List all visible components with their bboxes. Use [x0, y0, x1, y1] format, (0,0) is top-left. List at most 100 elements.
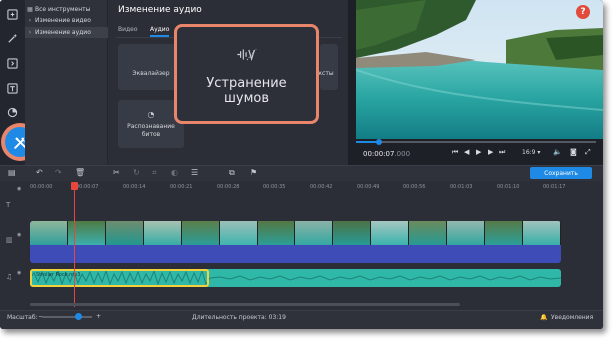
save-button[interactable]: Сохранить — [530, 167, 592, 179]
titles-icon[interactable] — [4, 80, 21, 97]
preview-scrubber[interactable] — [356, 141, 596, 143]
ruler-tick: 00:01:03 — [450, 184, 473, 190]
tab-audio[interactable]: Аудио — [150, 26, 169, 33]
play-icon[interactable]: ▶ — [476, 148, 481, 156]
add-track-icon[interactable]: ▤ — [8, 168, 16, 177]
playhead-line[interactable] — [74, 183, 75, 307]
video-preview — [356, 0, 603, 139]
ruler-tick: 00:00:28 — [217, 184, 240, 190]
timecode-main: 00:00:07 — [363, 150, 395, 158]
fullscreen-icon[interactable]: ⤢ — [585, 148, 591, 157]
project-duration: Длительность проекта: 03:19 — [192, 314, 286, 321]
clip-properties-icon[interactable]: ☰ — [191, 168, 198, 177]
frame-thumbnail — [447, 221, 486, 245]
video-clip[interactable] — [30, 221, 561, 263]
ruler-tick: 00:00:07 — [76, 184, 99, 190]
tree-item-all-tools[interactable]: ▦ Все инструменты — [25, 4, 108, 15]
skip-forward-icon[interactable]: ⏭ — [499, 148, 505, 157]
ruler-tick: 00:00:14 — [123, 184, 146, 190]
frame-thumbnail — [295, 221, 334, 245]
video-track-icon: ▥ — [6, 236, 13, 244]
ruler-tick: 00:00:35 — [263, 184, 286, 190]
frame-thumbnail — [409, 221, 448, 245]
snapshot-icon[interactable]: ◙ — [570, 148, 577, 156]
volume-icon[interactable]: 🔈 — [553, 148, 562, 156]
tools-tree: ▦ Все инструменты › Изменение видео › Из… — [25, 0, 108, 165]
timecode-ms: .000 — [394, 150, 411, 158]
frame-thumbnail — [257, 221, 296, 245]
zoom-in-icon[interactable]: + — [96, 313, 101, 320]
beat-detection-icon: ◔ — [147, 109, 155, 119]
ruler-tick: 00:00:42 — [310, 184, 333, 190]
import-icon[interactable] — [4, 6, 21, 23]
cut-icon[interactable]: ✂ — [113, 168, 120, 177]
marker-icon[interactable]: ⚑ — [250, 168, 257, 177]
noise-removal-callout[interactable]: Устранение шумов — [174, 24, 319, 124]
ruler-tick: 00:00:00 — [30, 184, 53, 190]
notifications-icon[interactable]: 🔔 — [540, 314, 547, 321]
help-button[interactable]: ? — [576, 5, 590, 19]
tree-item-audio-edit[interactable]: › Изменение аудио — [25, 27, 108, 38]
frame-thumbnail — [522, 221, 561, 245]
transitions-icon[interactable] — [4, 55, 21, 72]
aspect-ratio-select[interactable]: 16:9 ▾ — [522, 149, 540, 156]
timeline-toolbar — [0, 165, 603, 181]
frame-thumbnail — [485, 221, 523, 245]
text-track-icon: T — [6, 201, 11, 209]
tab-video[interactable]: Видео — [118, 26, 138, 33]
tree-item-label: Изменение аудио — [35, 29, 91, 36]
magic-wand-icon[interactable] — [4, 30, 21, 47]
card-label: ксты — [318, 69, 334, 77]
card-label: Распознавание битов — [127, 122, 175, 138]
audio-mute-icon[interactable]: ◉ — [17, 270, 21, 276]
color-adjust-icon[interactable]: ◐ — [171, 168, 178, 177]
ruler-tick: 00:00:21 — [170, 184, 193, 190]
panel-title: Изменение аудио — [118, 5, 202, 15]
filters-icon[interactable] — [4, 104, 21, 121]
video-mute-icon[interactable]: ◉ — [17, 232, 21, 238]
video-frames — [30, 221, 561, 245]
frame-thumbnail — [219, 221, 258, 245]
tree-item-label: Все инструменты — [35, 6, 91, 13]
ruler-tick: 00:01:10 — [497, 184, 520, 190]
aspect-ratio-value: 16:9 — [522, 149, 536, 156]
playhead-handle[interactable] — [71, 182, 78, 190]
zoom-label: Масштаб: — [7, 314, 38, 321]
scrubber-handle[interactable] — [376, 139, 382, 145]
step-forward-icon[interactable]: ▶ — [488, 148, 493, 156]
rotate-icon[interactable]: ↻ — [133, 168, 140, 177]
tree-item-video-edit[interactable]: › Изменение видео — [25, 15, 108, 26]
notifications-link[interactable]: Уведомления — [551, 314, 593, 321]
frame-thumbnail — [371, 221, 410, 245]
zoom-slider-handle[interactable] — [75, 313, 82, 320]
card-label: Эквалайзер — [132, 69, 170, 77]
grid-icon: ▦ — [27, 6, 33, 13]
ruler-tick: 00:01:17 — [543, 184, 566, 190]
frame-thumbnail — [105, 221, 144, 245]
redo-icon[interactable]: ↷ — [55, 168, 62, 177]
ruler-tick: 00:00:49 — [357, 184, 380, 190]
overlay-icon[interactable]: ⧉ — [229, 168, 235, 178]
step-back-icon[interactable]: ◀ — [464, 148, 469, 156]
timecode: 00:00:07.000 — [363, 150, 410, 158]
partial-card[interactable]: ксты — [318, 44, 338, 90]
crop-icon[interactable]: ⌗ — [152, 168, 157, 178]
undo-icon[interactable]: ↶ — [36, 168, 43, 177]
visibility-icon[interactable]: ◉ — [17, 186, 21, 192]
frame-thumbnail — [143, 221, 182, 245]
chevron-right-icon: › — [28, 17, 32, 24]
delete-icon[interactable]: 🗑 — [75, 168, 85, 177]
skip-back-icon[interactable]: ⏮ — [452, 148, 458, 157]
noise-removal-icon — [236, 47, 258, 66]
frame-thumbnail — [333, 221, 372, 245]
ruler-tick: 00:00:56 — [403, 184, 426, 190]
app-window: ▦ Все инструменты › Изменение видео › Из… — [0, 0, 603, 329]
chevron-right-icon: › — [28, 29, 32, 36]
tree-item-label: Изменение видео — [35, 17, 91, 24]
callout-label-line2: шумов — [223, 90, 269, 106]
frame-thumbnail — [30, 221, 68, 245]
frame-thumbnail — [181, 221, 220, 245]
timeline-scrollbar[interactable] — [30, 303, 460, 306]
zoom-slider[interactable] — [42, 316, 92, 318]
status-bar — [0, 310, 603, 329]
